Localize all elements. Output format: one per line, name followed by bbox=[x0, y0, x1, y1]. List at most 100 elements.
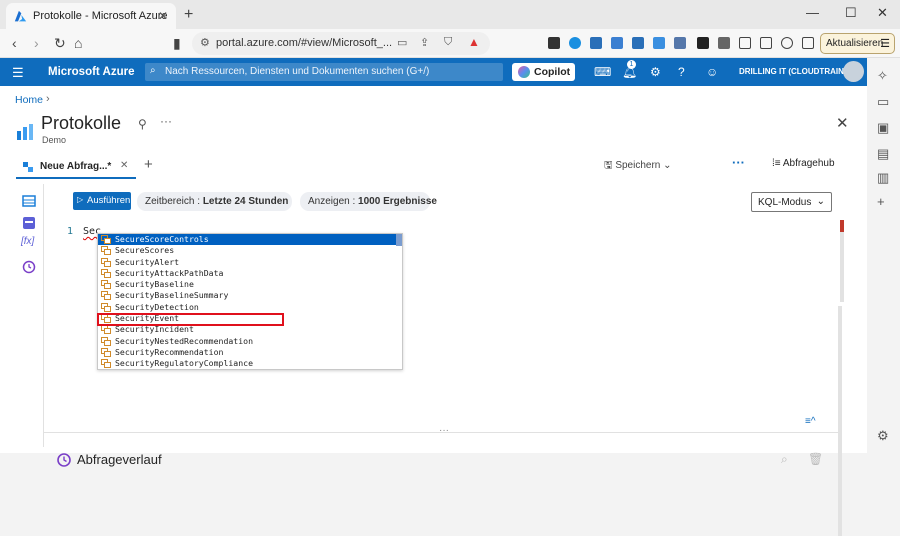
save-button[interactable]: 🖫︎ Speichern ⌄ bbox=[604, 158, 672, 175]
autocomplete-item[interactable]: SecurityBaseline bbox=[98, 279, 402, 290]
trash-icon[interactable]: 🗑︎ bbox=[808, 452, 823, 466]
tables-icon[interactable] bbox=[22, 194, 36, 208]
autocomplete-item[interactable]: SecurityBaselineSummary bbox=[98, 290, 402, 301]
feedback-icon[interactable]: ☺ bbox=[706, 65, 718, 79]
query-hub-button[interactable]: ⁞≡ Abfragehub bbox=[772, 158, 835, 169]
azure-brand[interactable]: Microsoft Azure bbox=[48, 66, 134, 78]
autocomplete-item-label: SecurityAttackPathData bbox=[115, 267, 224, 278]
show-label: Anzeigen : bbox=[308, 196, 356, 207]
tenant-name[interactable]: DRILLING IT (CLOUDTRAIN.DE) bbox=[739, 67, 860, 76]
autocomplete-item[interactable]: SecureScores bbox=[98, 245, 402, 256]
minimize-icon[interactable]: — bbox=[806, 5, 819, 20]
breadcrumb[interactable]: Home bbox=[15, 94, 43, 106]
browser-tab[interactable]: Protokolle - Microsoft Azure ✕ bbox=[6, 3, 176, 29]
global-search-input[interactable]: ⌕ Nach Ressourcen, Diensten und Dokument… bbox=[145, 63, 503, 81]
share-icon[interactable]: ⇪ bbox=[420, 36, 429, 49]
hamburger-menu-icon[interactable]: ☰ bbox=[12, 65, 24, 81]
wallet-icon[interactable]: ▣ bbox=[877, 120, 889, 136]
new-tab-icon[interactable]: + bbox=[184, 6, 193, 24]
shield-icon[interactable]: ⛉ bbox=[444, 36, 452, 49]
autocomplete-item[interactable]: SecurityAlert bbox=[98, 257, 402, 268]
avatar[interactable] bbox=[843, 61, 864, 82]
table-icon bbox=[101, 291, 111, 301]
video-icon[interactable]: ▭ bbox=[877, 94, 889, 110]
bookmark-icon[interactable]: ▤ bbox=[877, 146, 889, 162]
reading-list-icon[interactable]: ▥ bbox=[877, 170, 889, 186]
chevron-down-icon: ⌄ bbox=[660, 160, 672, 171]
close-tab-icon[interactable]: ✕ bbox=[120, 160, 128, 171]
queries-icon[interactable] bbox=[22, 216, 36, 230]
extension-icon[interactable] bbox=[653, 37, 665, 49]
result-limit-picker[interactable]: Anzeigen : 1000 Ergebnisse bbox=[300, 192, 437, 211]
copilot-button[interactable]: Copilot bbox=[512, 63, 575, 81]
run-button[interactable]: ▷ Ausführen bbox=[73, 192, 131, 210]
functions-icon[interactable]: [fx] bbox=[21, 236, 34, 247]
autocomplete-item[interactable]: SecurityDetection bbox=[98, 302, 402, 313]
site-settings-icon[interactable]: ⚙ bbox=[200, 36, 210, 49]
autocomplete-item[interactable]: SecurityIncident bbox=[98, 324, 402, 335]
forward-icon[interactable]: › bbox=[34, 35, 39, 51]
shield-check-icon[interactable] bbox=[802, 37, 814, 49]
autocomplete-scrollbar[interactable] bbox=[396, 234, 402, 246]
autocomplete-item[interactable]: SecurityRecommendation bbox=[98, 347, 402, 358]
collapse-icon[interactable]: ≡^ bbox=[805, 416, 816, 427]
close-icon[interactable]: ✕ bbox=[836, 114, 849, 132]
more-options-icon[interactable]: ··· bbox=[160, 114, 172, 128]
extension-icon[interactable] bbox=[632, 37, 644, 49]
sparkle-icon[interactable]: ✧ bbox=[877, 68, 888, 84]
pin-icon[interactable]: ⚲ bbox=[138, 117, 147, 131]
autocomplete-item[interactable]: SecurityAttackPathData bbox=[98, 268, 402, 279]
maximize-icon[interactable]: ☐ bbox=[845, 5, 857, 21]
autocomplete-item-label: SecureScores bbox=[115, 245, 175, 256]
autocomplete-item[interactable]: SecurityNestedRecommendation bbox=[98, 336, 402, 347]
lock-icon[interactable] bbox=[697, 37, 709, 49]
show-value: 1000 Ergebnisse bbox=[358, 196, 437, 207]
time-range-picker[interactable]: Zeitbereich : Letzte 24 Stunden bbox=[137, 192, 292, 211]
autocomplete-item[interactable]: SecurityRegulatoryCompliance bbox=[98, 358, 402, 369]
cast-icon[interactable]: ▭ bbox=[397, 36, 407, 49]
wallet-icon[interactable] bbox=[760, 37, 772, 49]
add-icon[interactable]: + bbox=[877, 194, 885, 209]
autocomplete-item-label: SecurityDetection bbox=[115, 301, 199, 312]
copilot-icon bbox=[518, 66, 530, 78]
home-icon[interactable]: ⌂ bbox=[74, 35, 82, 51]
address-bar[interactable]: ⚙ portal.azure.com/#view/Microsoft_... ▭… bbox=[192, 32, 490, 55]
query-tab-label: Neue Abfrag...* bbox=[40, 161, 112, 172]
history-icon[interactable] bbox=[22, 260, 36, 274]
close-tab-icon[interactable]: ✕ bbox=[158, 9, 168, 23]
menu-icon: ☰ bbox=[880, 38, 890, 50]
more-options-icon[interactable]: ··· bbox=[732, 155, 745, 170]
search-icon[interactable]: ⌕ bbox=[781, 452, 788, 467]
extension-icon[interactable] bbox=[569, 37, 581, 49]
page-scrollbar[interactable] bbox=[838, 306, 842, 536]
autocomplete-item[interactable]: SecureScoreControls bbox=[98, 234, 402, 246]
update-button[interactable]: Aktualisieren ☰ bbox=[820, 33, 895, 54]
cloud-shell-icon[interactable]: ⌨ bbox=[594, 65, 611, 79]
help-icon[interactable]: ? bbox=[678, 65, 685, 79]
extension-icon[interactable] bbox=[590, 37, 602, 49]
kql-mode-dropdown[interactable]: KQL-Modus ⌄ bbox=[751, 192, 832, 212]
sidebar-icon[interactable] bbox=[739, 37, 751, 49]
extension-icon[interactable] bbox=[611, 37, 623, 49]
azure-logo-icon bbox=[14, 10, 27, 21]
autocomplete-item-label: SecurityNestedRecommendation bbox=[115, 335, 254, 346]
back-icon[interactable]: ‹ bbox=[12, 35, 17, 51]
add-tab-icon[interactable]: + bbox=[144, 156, 153, 173]
vpn-icon[interactable] bbox=[781, 37, 793, 49]
extension-icon[interactable] bbox=[674, 37, 686, 49]
autocomplete-item-label: SecureScoreControls bbox=[115, 234, 209, 244]
search-placeholder: Nach Ressourcen, Diensten und Dokumenten… bbox=[165, 66, 430, 77]
extension-icon[interactable] bbox=[548, 37, 560, 49]
editor-scrollbar[interactable] bbox=[840, 232, 844, 302]
settings-icon[interactable]: ⚙ bbox=[650, 65, 661, 79]
bookmark-icon[interactable]: ▮ bbox=[173, 35, 181, 52]
autocomplete-item-label: SecurityAlert bbox=[115, 256, 180, 267]
brave-rewards-icon[interactable]: ▲ bbox=[468, 35, 480, 49]
settings-icon[interactable]: ⚙ bbox=[877, 428, 889, 444]
table-icon bbox=[101, 359, 111, 369]
extension-icon[interactable] bbox=[718, 37, 730, 49]
reload-icon[interactable]: ↻ bbox=[54, 35, 66, 52]
resize-handle-icon[interactable]: ··· bbox=[439, 425, 449, 436]
close-window-icon[interactable]: ✕ bbox=[877, 5, 888, 21]
query-tab[interactable]: Neue Abfrag...* ✕ bbox=[16, 156, 136, 179]
